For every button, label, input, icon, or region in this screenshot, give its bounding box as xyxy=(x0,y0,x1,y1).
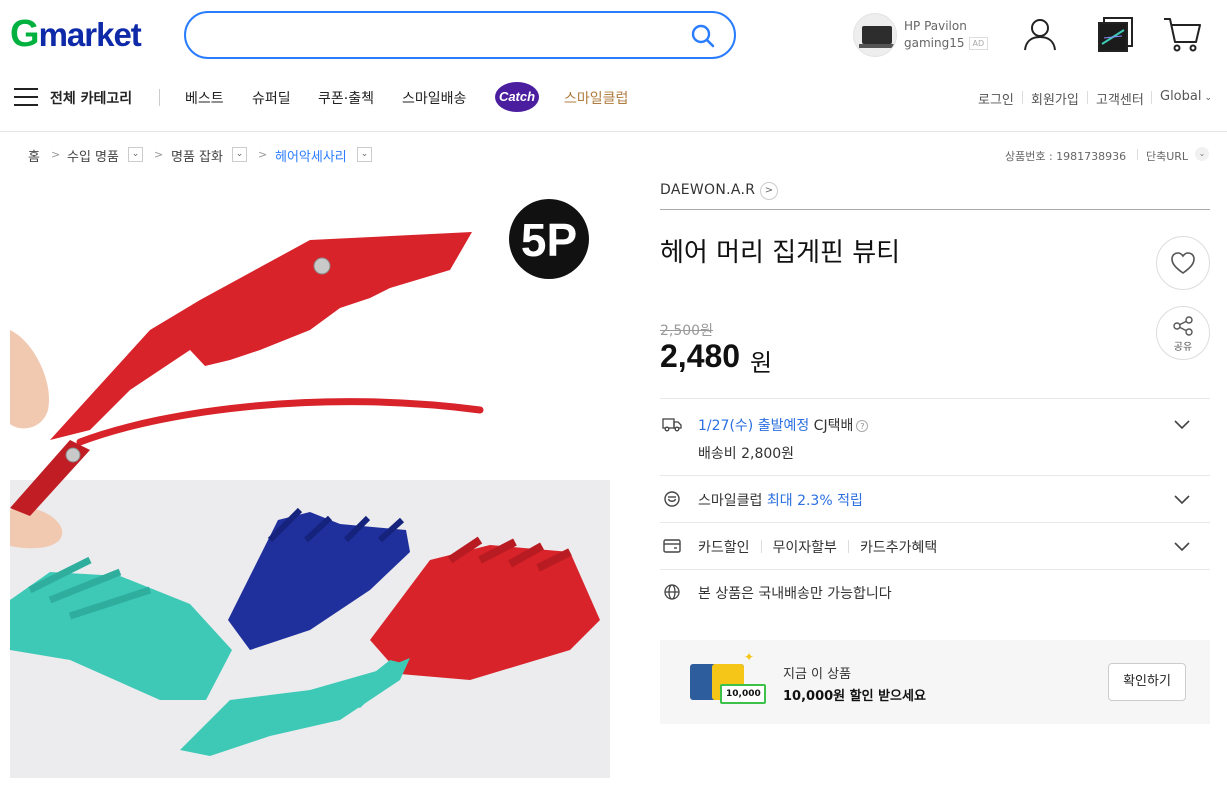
main-nav: 전체 카테고리 베스트 슈퍼딜 쿠폰·출첵 스마일배송 Catch 스마일클럽 … xyxy=(0,78,1227,116)
recent-viewed-icon[interactable] xyxy=(1096,14,1136,54)
nav-smile-club[interactable]: 스마일클럽 xyxy=(564,88,628,108)
smile-club-reward: 최대 2.3% 적립 xyxy=(766,493,863,509)
sale-price: 2,480 xyxy=(660,338,741,374)
chevron-right-icon: > xyxy=(51,148,61,161)
chevron-down-icon[interactable]: ⌄ xyxy=(232,147,247,162)
short-url-button[interactable]: 단축URL xyxy=(1146,148,1188,164)
nav-divider xyxy=(159,89,160,106)
shipping-carrier: CJ택배 xyxy=(813,418,854,434)
smile-club-info: 스마일클럽 최대 2.3% 적립 xyxy=(698,490,863,510)
header-divider xyxy=(0,131,1227,132)
cart-icon[interactable] xyxy=(1162,14,1202,54)
global-label: Global xyxy=(1160,89,1202,104)
sparkle-icon: ✦ xyxy=(744,650,755,664)
share-icon xyxy=(1173,316,1193,336)
product-title: 헤어 머리 집게핀 뷰티 xyxy=(660,238,901,268)
shipping-info: 1/27(수) 출발예정 CJ택배? xyxy=(698,415,869,435)
chevron-down-icon: ⌄ xyxy=(1204,93,1213,103)
logo-market: market xyxy=(38,16,142,53)
all-categories-button[interactable]: 전체 카테고리 xyxy=(50,88,132,108)
search-input[interactable] xyxy=(204,23,684,47)
smile-club-label: 스마일클럽 xyxy=(698,493,763,509)
smile-icon xyxy=(664,491,680,507)
ad-title: HP Pavilon xyxy=(904,19,967,33)
card-benefit-divider xyxy=(760,540,762,553)
price-unit: 원 xyxy=(750,349,773,377)
user-icon[interactable] xyxy=(1020,14,1060,54)
discount-promo-banner: 10,000 ✦ 지금 이 상품 10,000원 할인 받으세요 확인하기 xyxy=(660,640,1210,724)
domestic-only-notice: 본 상품은 국내배송만 가능합니다 xyxy=(698,586,892,602)
card-benefit-divider xyxy=(847,540,849,553)
hair-clip-illustration: 5P xyxy=(10,199,610,778)
breadcrumb-home[interactable]: 홈 xyxy=(28,146,40,165)
chevron-right-icon: > xyxy=(154,148,164,161)
info-divider xyxy=(660,522,1210,523)
laptop-icon xyxy=(859,26,895,48)
breadcrumb-level-2[interactable]: 명품 잡화 xyxy=(171,146,223,165)
credit-card-icon xyxy=(663,539,681,553)
promo-confirm-button[interactable]: 확인하기 xyxy=(1108,663,1186,701)
card-benefits: 카드할인 무이자할부 카드추가혜택 xyxy=(698,537,937,557)
share-label: 공유 xyxy=(1173,342,1193,353)
chevron-down-icon[interactable]: ⌄ xyxy=(1195,147,1209,161)
info-divider xyxy=(660,475,1210,476)
login-link[interactable]: 로그인 xyxy=(978,89,1014,108)
chevron-down-icon[interactable] xyxy=(1172,536,1192,556)
product-image[interactable]: 5P xyxy=(10,180,610,778)
gmarket-logo[interactable]: Gmarket xyxy=(10,13,142,55)
nav-right-divider xyxy=(1087,91,1088,104)
signup-link[interactable]: 회원가입 xyxy=(1031,89,1079,108)
promo-line-2: 10,000원 할인 받으세요 xyxy=(783,689,926,704)
favorite-button[interactable] xyxy=(1156,236,1210,290)
card-discount[interactable]: 카드할인 xyxy=(698,540,750,556)
breadcrumb-level-1[interactable]: 수입 명품 xyxy=(67,146,119,165)
customer-center-link[interactable]: 고객센터 xyxy=(1096,89,1144,108)
breadcrumb-divider xyxy=(1137,149,1138,160)
breadcrumb-level-3[interactable]: 헤어악세사리 xyxy=(275,146,347,165)
nav-right-divider xyxy=(1022,91,1023,104)
globe-icon xyxy=(664,584,680,600)
search-bar[interactable] xyxy=(184,11,736,59)
nav-superdeal[interactable]: 슈퍼딜 xyxy=(252,88,291,108)
nav-coupon[interactable]: 쿠폰·출첵 xyxy=(318,88,374,108)
help-icon[interactable]: ? xyxy=(856,420,869,432)
shipping-fee: 배송비 2,800원 xyxy=(698,446,795,462)
chevron-down-icon[interactable] xyxy=(1172,489,1192,509)
ad-badge: AD xyxy=(968,37,989,50)
chevron-down-icon[interactable]: ⌄ xyxy=(357,147,372,162)
info-divider xyxy=(660,569,1210,570)
ad-subtitle: gaming15 xyxy=(904,36,965,50)
shipping-date: 1/27(수) 출발예정 xyxy=(698,418,810,434)
search-icon[interactable] xyxy=(690,23,716,49)
truck-icon xyxy=(662,418,682,432)
nav-right-divider xyxy=(1151,91,1152,104)
brand-divider xyxy=(660,209,1210,210)
chevron-down-icon[interactable]: ⌄ xyxy=(128,147,143,162)
image-badge-5p: 5P xyxy=(521,214,577,266)
promo-line-1: 지금 이 상품 xyxy=(783,667,852,682)
hamburger-menu-icon[interactable] xyxy=(14,88,38,106)
ad-thumbnail xyxy=(853,13,897,57)
product-number: 상품번호 : 1981738936 xyxy=(1005,150,1127,163)
card-extra-benefit[interactable]: 카드추가혜택 xyxy=(860,540,937,556)
logo-g: G xyxy=(10,13,40,55)
card-installment[interactable]: 무이자할부 xyxy=(773,540,837,556)
share-button[interactable]: 공유 xyxy=(1156,306,1210,360)
coupon-bill-icon: 10,000 xyxy=(720,684,766,704)
global-link[interactable]: Global ⌄ xyxy=(1160,89,1212,104)
heart-icon xyxy=(1171,252,1195,274)
chevron-down-icon[interactable] xyxy=(1172,414,1192,434)
info-divider xyxy=(660,398,1210,399)
nav-smile-delivery[interactable]: 스마일배송 xyxy=(402,88,466,108)
chevron-right-icon[interactable]: > xyxy=(760,182,778,200)
original-price: 2,500원 xyxy=(660,323,713,339)
nav-catch[interactable]: Catch xyxy=(495,82,539,112)
header-ad[interactable]: HP Pavilon gaming15 AD xyxy=(853,13,993,57)
chevron-right-icon: > xyxy=(258,148,268,161)
nav-best[interactable]: 베스트 xyxy=(185,88,224,108)
brand-name[interactable]: DAEWON.A.R xyxy=(660,182,755,198)
